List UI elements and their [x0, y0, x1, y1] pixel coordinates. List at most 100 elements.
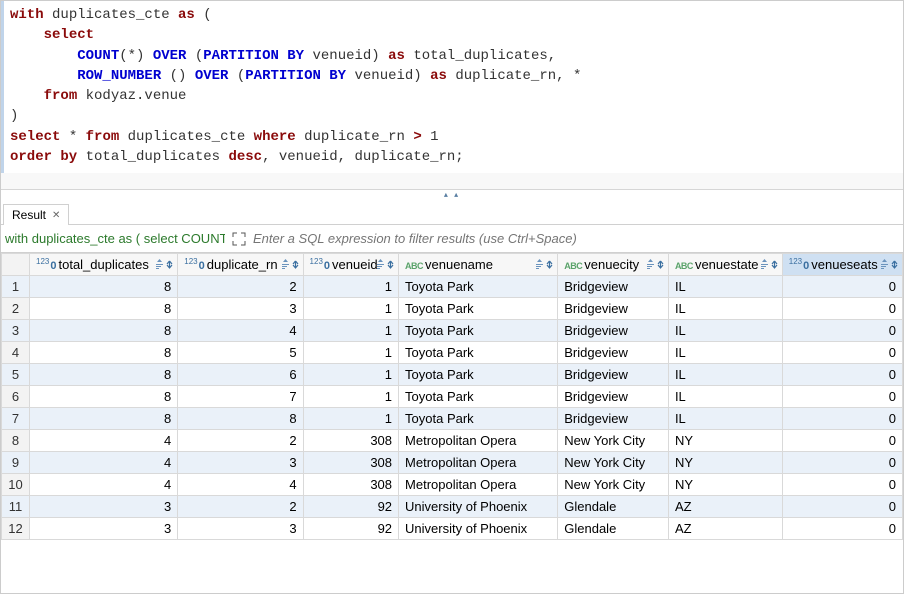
column-header-venuename[interactable]: ABCvenuename — [399, 254, 558, 276]
row-number-cell[interactable]: 7 — [2, 408, 30, 430]
cell-venueseats[interactable]: 0 — [782, 276, 902, 298]
row-number-cell[interactable]: 1 — [2, 276, 30, 298]
cell-venuestate[interactable]: IL — [668, 342, 782, 364]
cell-venuename[interactable]: Toyota Park — [399, 342, 558, 364]
cell-venueseats[interactable]: 0 — [782, 408, 902, 430]
cell-venueseats[interactable]: 0 — [782, 364, 902, 386]
cell-venuename[interactable]: Toyota Park — [399, 408, 558, 430]
cell-venueseats[interactable]: 0 — [782, 430, 902, 452]
cell-venuecity[interactable]: Glendale — [558, 496, 669, 518]
cell-venuename[interactable]: University of Phoenix — [399, 518, 558, 540]
cell-duplicate_rn[interactable]: 8 — [178, 408, 303, 430]
cell-venueid[interactable]: 1 — [303, 342, 398, 364]
cell-venueid[interactable]: 1 — [303, 298, 398, 320]
cell-venuecity[interactable]: Bridgeview — [558, 364, 669, 386]
cell-venueid[interactable]: 308 — [303, 474, 398, 496]
cell-venuename[interactable]: University of Phoenix — [399, 496, 558, 518]
tab-result[interactable]: Result ✕ — [3, 204, 69, 225]
cell-total_duplicates[interactable]: 4 — [30, 474, 178, 496]
row-number-cell[interactable]: 9 — [2, 452, 30, 474]
cell-venuecity[interactable]: New York City — [558, 474, 669, 496]
cell-total_duplicates[interactable]: 8 — [30, 386, 178, 408]
cell-venueid[interactable]: 1 — [303, 320, 398, 342]
cell-venuecity[interactable]: Bridgeview — [558, 276, 669, 298]
cell-venuename[interactable]: Toyota Park — [399, 320, 558, 342]
cell-total_duplicates[interactable]: 3 — [30, 518, 178, 540]
cell-venuename[interactable]: Toyota Park — [399, 298, 558, 320]
cell-venuestate[interactable]: IL — [668, 386, 782, 408]
column-header-total_duplicates[interactable]: 1230total_duplicates — [30, 254, 178, 276]
cell-venuecity[interactable]: New York City — [558, 430, 669, 452]
cell-venuename[interactable]: Metropolitan Opera — [399, 474, 558, 496]
cell-venueseats[interactable]: 0 — [782, 474, 902, 496]
cell-venuestate[interactable]: IL — [668, 320, 782, 342]
row-number-cell[interactable]: 8 — [2, 430, 30, 452]
column-sort-icons[interactable] — [281, 259, 300, 271]
cell-venueid[interactable]: 1 — [303, 364, 398, 386]
expand-icon[interactable] — [231, 232, 247, 246]
table-row[interactable]: 7881Toyota ParkBridgeviewIL0 — [2, 408, 903, 430]
cell-venueseats[interactable]: 0 — [782, 342, 902, 364]
cell-venuestate[interactable]: AZ — [668, 518, 782, 540]
cell-duplicate_rn[interactable]: 5 — [178, 342, 303, 364]
cell-venuename[interactable]: Toyota Park — [399, 386, 558, 408]
cell-venueseats[interactable]: 0 — [782, 452, 902, 474]
row-number-cell[interactable]: 6 — [2, 386, 30, 408]
cell-venuename[interactable]: Toyota Park — [399, 364, 558, 386]
cell-venueid[interactable]: 92 — [303, 496, 398, 518]
cell-venueid[interactable]: 1 — [303, 408, 398, 430]
filter-input[interactable] — [253, 231, 899, 246]
cell-venuename[interactable]: Metropolitan Opera — [399, 452, 558, 474]
column-header-venuecity[interactable]: ABCvenuecity — [558, 254, 669, 276]
cell-venueseats[interactable]: 0 — [782, 518, 902, 540]
row-number-cell[interactable]: 11 — [2, 496, 30, 518]
table-row[interactable]: 113292University of PhoenixGlendaleAZ0 — [2, 496, 903, 518]
cell-venuecity[interactable]: Bridgeview — [558, 320, 669, 342]
cell-venueid[interactable]: 92 — [303, 518, 398, 540]
cell-duplicate_rn[interactable]: 3 — [178, 452, 303, 474]
cell-total_duplicates[interactable]: 3 — [30, 496, 178, 518]
cell-venuestate[interactable]: AZ — [668, 496, 782, 518]
column-header-venuestate[interactable]: ABCvenuestate — [668, 254, 782, 276]
cell-venuecity[interactable]: Bridgeview — [558, 342, 669, 364]
cell-venueseats[interactable]: 0 — [782, 386, 902, 408]
cell-total_duplicates[interactable]: 8 — [30, 408, 178, 430]
row-number-cell[interactable]: 12 — [2, 518, 30, 540]
row-number-cell[interactable]: 3 — [2, 320, 30, 342]
cell-total_duplicates[interactable]: 8 — [30, 298, 178, 320]
cell-total_duplicates[interactable]: 8 — [30, 320, 178, 342]
column-sort-icons[interactable] — [155, 259, 174, 271]
table-row[interactable]: 842308Metropolitan OperaNew York CityNY0 — [2, 430, 903, 452]
cell-venueid[interactable]: 1 — [303, 276, 398, 298]
cell-duplicate_rn[interactable]: 3 — [178, 298, 303, 320]
cell-venuecity[interactable]: New York City — [558, 452, 669, 474]
cell-total_duplicates[interactable]: 8 — [30, 342, 178, 364]
cell-venuestate[interactable]: NY — [668, 430, 782, 452]
table-row[interactable]: 1821Toyota ParkBridgeviewIL0 — [2, 276, 903, 298]
cell-venuename[interactable]: Toyota Park — [399, 276, 558, 298]
table-row[interactable]: 3841Toyota ParkBridgeviewIL0 — [2, 320, 903, 342]
row-number-cell[interactable]: 10 — [2, 474, 30, 496]
cell-duplicate_rn[interactable]: 4 — [178, 474, 303, 496]
cell-venueid[interactable]: 1 — [303, 386, 398, 408]
cell-venueseats[interactable]: 0 — [782, 298, 902, 320]
cell-venuecity[interactable]: Bridgeview — [558, 298, 669, 320]
column-sort-icons[interactable] — [535, 259, 554, 271]
results-grid-wrap[interactable]: 1230total_duplicates 1230duplicate_rn 12… — [1, 253, 903, 593]
cell-total_duplicates[interactable]: 8 — [30, 364, 178, 386]
column-header-venueid[interactable]: 1230venueid — [303, 254, 398, 276]
cell-venuestate[interactable]: IL — [668, 364, 782, 386]
column-header-duplicate_rn[interactable]: 1230duplicate_rn — [178, 254, 303, 276]
cell-duplicate_rn[interactable]: 2 — [178, 430, 303, 452]
cell-duplicate_rn[interactable]: 2 — [178, 276, 303, 298]
cell-total_duplicates[interactable]: 4 — [30, 430, 178, 452]
cell-venueid[interactable]: 308 — [303, 430, 398, 452]
cell-total_duplicates[interactable]: 8 — [30, 276, 178, 298]
cell-venuename[interactable]: Metropolitan Opera — [399, 430, 558, 452]
column-sort-icons[interactable] — [760, 259, 779, 271]
cell-venuecity[interactable]: Bridgeview — [558, 408, 669, 430]
column-header-venueseats[interactable]: 1230venueseats — [782, 254, 902, 276]
cell-venuestate[interactable]: NY — [668, 474, 782, 496]
row-header-corner[interactable] — [2, 254, 30, 276]
column-sort-icons[interactable] — [376, 259, 395, 271]
